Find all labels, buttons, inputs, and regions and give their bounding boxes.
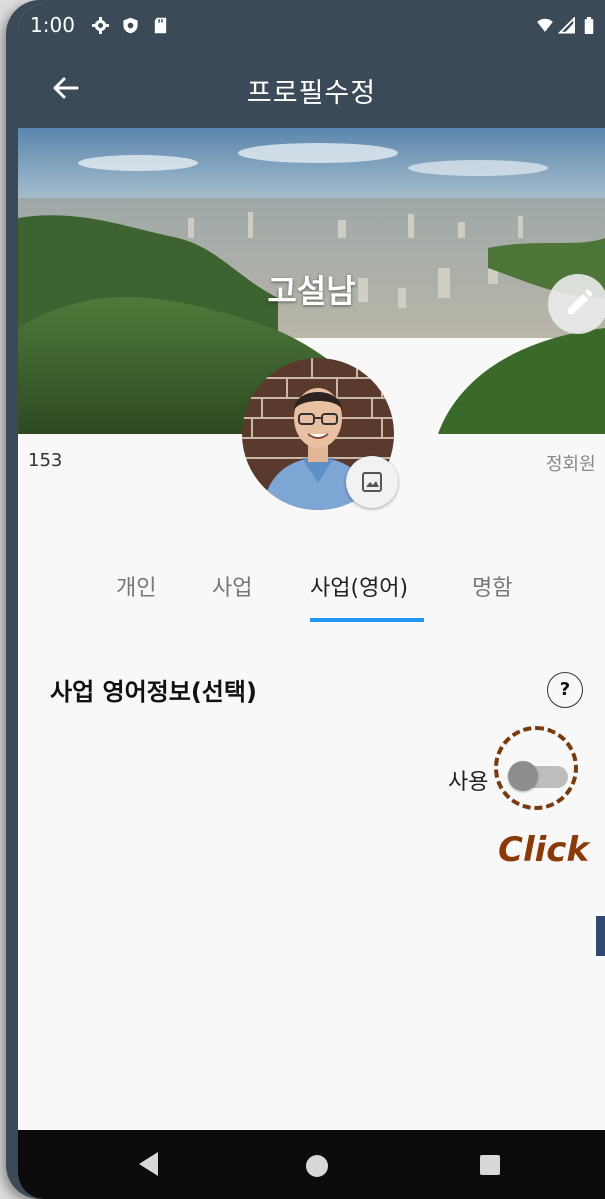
page-title: 프로필수정 [246, 78, 377, 109]
click-annotation-label: Click [498, 830, 590, 870]
device-frame: 1:00 프로필수정 고설남 153 정회원 개인 사업 사업(영어) 명함 사… [6, 0, 605, 1199]
change-photo-button[interactable] [346, 456, 398, 508]
profile-name: 고설남 [267, 272, 356, 310]
status-bar: 1:00 [18, 4, 605, 48]
app-bar: 프로필수정 [18, 48, 605, 128]
signal-icon [557, 17, 575, 34]
wifi-icon [537, 18, 553, 32]
system-nav-bar [18, 1130, 605, 1199]
tab-business-english[interactable]: 사업(영어) [310, 570, 408, 602]
screen: 1:00 프로필수정 고설남 153 정회원 개인 사업 사업(영어) 명함 사… [18, 4, 605, 1199]
use-toggle-label: 사용 [448, 770, 489, 795]
nav-home-icon[interactable] [306, 1155, 328, 1177]
click-highlight-ring [494, 726, 578, 810]
tab-indicator [310, 618, 424, 622]
settings-icon [92, 17, 109, 34]
section-title: 사업 영어정보(선택) [50, 678, 257, 706]
tab-business-card[interactable]: 명함 [472, 570, 512, 602]
sd-card-icon [154, 17, 167, 34]
help-button[interactable]: ? [547, 672, 583, 708]
status-time: 1:00 [30, 13, 75, 37]
image-icon [362, 472, 382, 492]
tab-personal[interactable]: 개인 [116, 570, 156, 602]
shield-icon [123, 17, 138, 34]
member-number: 153 [28, 450, 63, 471]
member-grade: 정회원 [546, 454, 596, 475]
tab-business[interactable]: 사업 [212, 570, 252, 602]
nav-back-icon[interactable] [136, 1150, 160, 1178]
battery-icon [584, 17, 594, 34]
nav-recents-icon[interactable] [480, 1155, 500, 1175]
edit-cover-button[interactable] [548, 274, 605, 334]
edge-handle[interactable] [596, 916, 605, 956]
edit-pencil-icon [568, 289, 593, 314]
